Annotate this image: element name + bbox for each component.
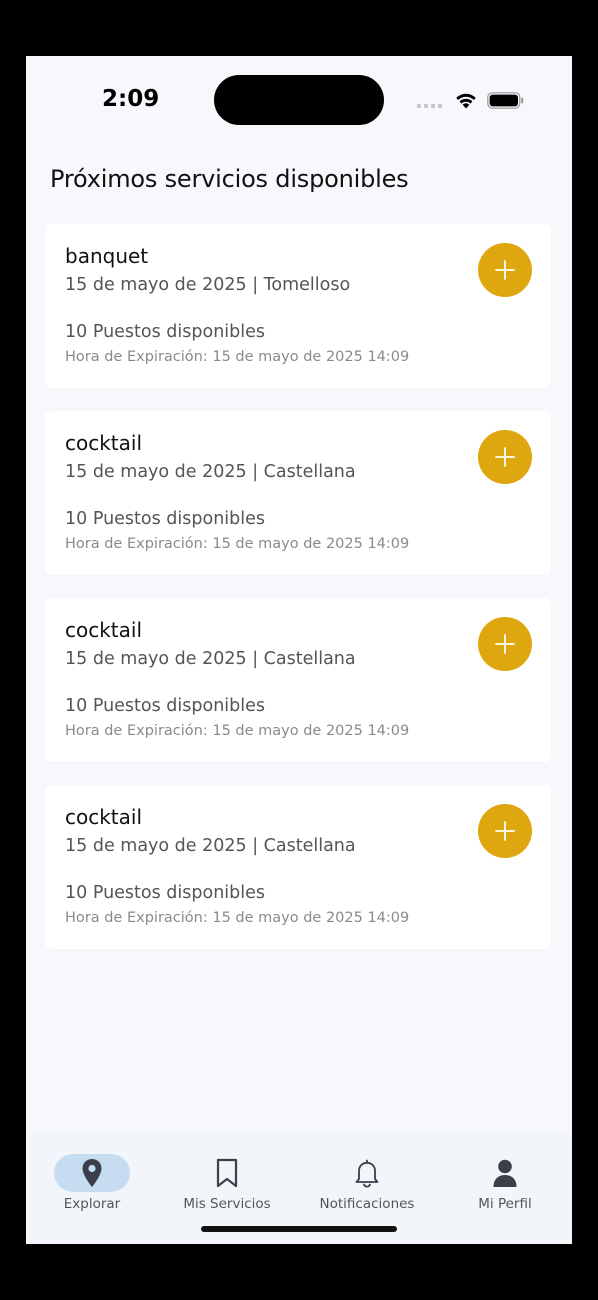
tab-active-indicator — [54, 1154, 130, 1192]
tab-label: Notificaciones — [319, 1196, 415, 1212]
service-card[interactable]: cocktail 15 de mayo de 2025 | Castellana… — [45, 785, 551, 949]
add-service-button[interactable] — [478, 617, 532, 671]
service-expiry: Hora de Expiración: 15 de mayo de 2025 1… — [65, 349, 410, 365]
tab-label: Mis Servicios — [183, 1196, 271, 1212]
dynamic-island — [214, 75, 384, 125]
tab-explorar[interactable]: Explorar — [27, 1154, 157, 1224]
service-spots: 10 Puestos disponibles — [65, 509, 266, 529]
plus-icon — [495, 447, 515, 467]
add-service-button[interactable] — [478, 430, 532, 484]
user-icon — [493, 1159, 517, 1187]
wifi-icon — [456, 93, 476, 109]
tab-label: Explorar — [63, 1196, 121, 1212]
service-name: banquet — [65, 244, 149, 268]
tab-mis-servicios[interactable]: Mis Servicios — [162, 1154, 292, 1224]
plus-icon — [495, 634, 515, 654]
service-list: banquet 15 de mayo de 2025 | Tomelloso 1… — [45, 224, 551, 972]
tab-notificaciones[interactable]: Notificaciones — [302, 1154, 432, 1224]
plus-icon — [495, 821, 515, 841]
battery-icon — [487, 92, 524, 109]
service-spots: 10 Puestos disponibles — [65, 883, 266, 903]
tab-label: Mi Perfil — [478, 1196, 532, 1212]
service-spots: 10 Puestos disponibles — [65, 322, 266, 342]
service-card[interactable]: banquet 15 de mayo de 2025 | Tomelloso 1… — [45, 224, 551, 388]
map-pin-icon — [82, 1159, 102, 1187]
plus-icon — [495, 260, 515, 280]
status-bar: 2:09 — [26, 56, 572, 146]
add-service-button[interactable] — [478, 243, 532, 297]
service-card[interactable]: cocktail 15 de mayo de 2025 | Castellana… — [45, 598, 551, 762]
service-expiry: Hora de Expiración: 15 de mayo de 2025 1… — [65, 910, 410, 926]
service-expiry: Hora de Expiración: 15 de mayo de 2025 1… — [65, 723, 410, 739]
tab-icon-wrap — [329, 1154, 405, 1192]
bookmark-icon — [216, 1158, 238, 1188]
service-spots: 10 Puestos disponibles — [65, 696, 266, 716]
page-title: Próximos servicios disponibles — [50, 165, 409, 193]
service-date-location: 15 de mayo de 2025 | Castellana — [65, 836, 356, 856]
bell-icon — [355, 1159, 379, 1188]
service-name: cocktail — [65, 618, 143, 642]
service-date-location: 15 de mayo de 2025 | Castellana — [65, 649, 356, 669]
tab-icon-wrap — [189, 1154, 265, 1192]
status-time: 2:09 — [102, 86, 160, 112]
tab-icon-wrap — [467, 1154, 543, 1192]
home-indicator[interactable] — [201, 1226, 397, 1232]
phone-screen: 2:09 Próximos servicios disponibles banq… — [26, 56, 572, 1244]
service-date-location: 15 de mayo de 2025 | Castellana — [65, 462, 356, 482]
service-name: cocktail — [65, 805, 143, 829]
service-expiry: Hora de Expiración: 15 de mayo de 2025 1… — [65, 536, 410, 552]
service-date-location: 15 de mayo de 2025 | Tomelloso — [65, 275, 351, 295]
tab-mi-perfil[interactable]: Mi Perfil — [440, 1154, 570, 1224]
add-service-button[interactable] — [478, 804, 532, 858]
service-name: cocktail — [65, 431, 143, 455]
service-card[interactable]: cocktail 15 de mayo de 2025 | Castellana… — [45, 411, 551, 575]
cellular-signal-icon — [417, 104, 442, 108]
